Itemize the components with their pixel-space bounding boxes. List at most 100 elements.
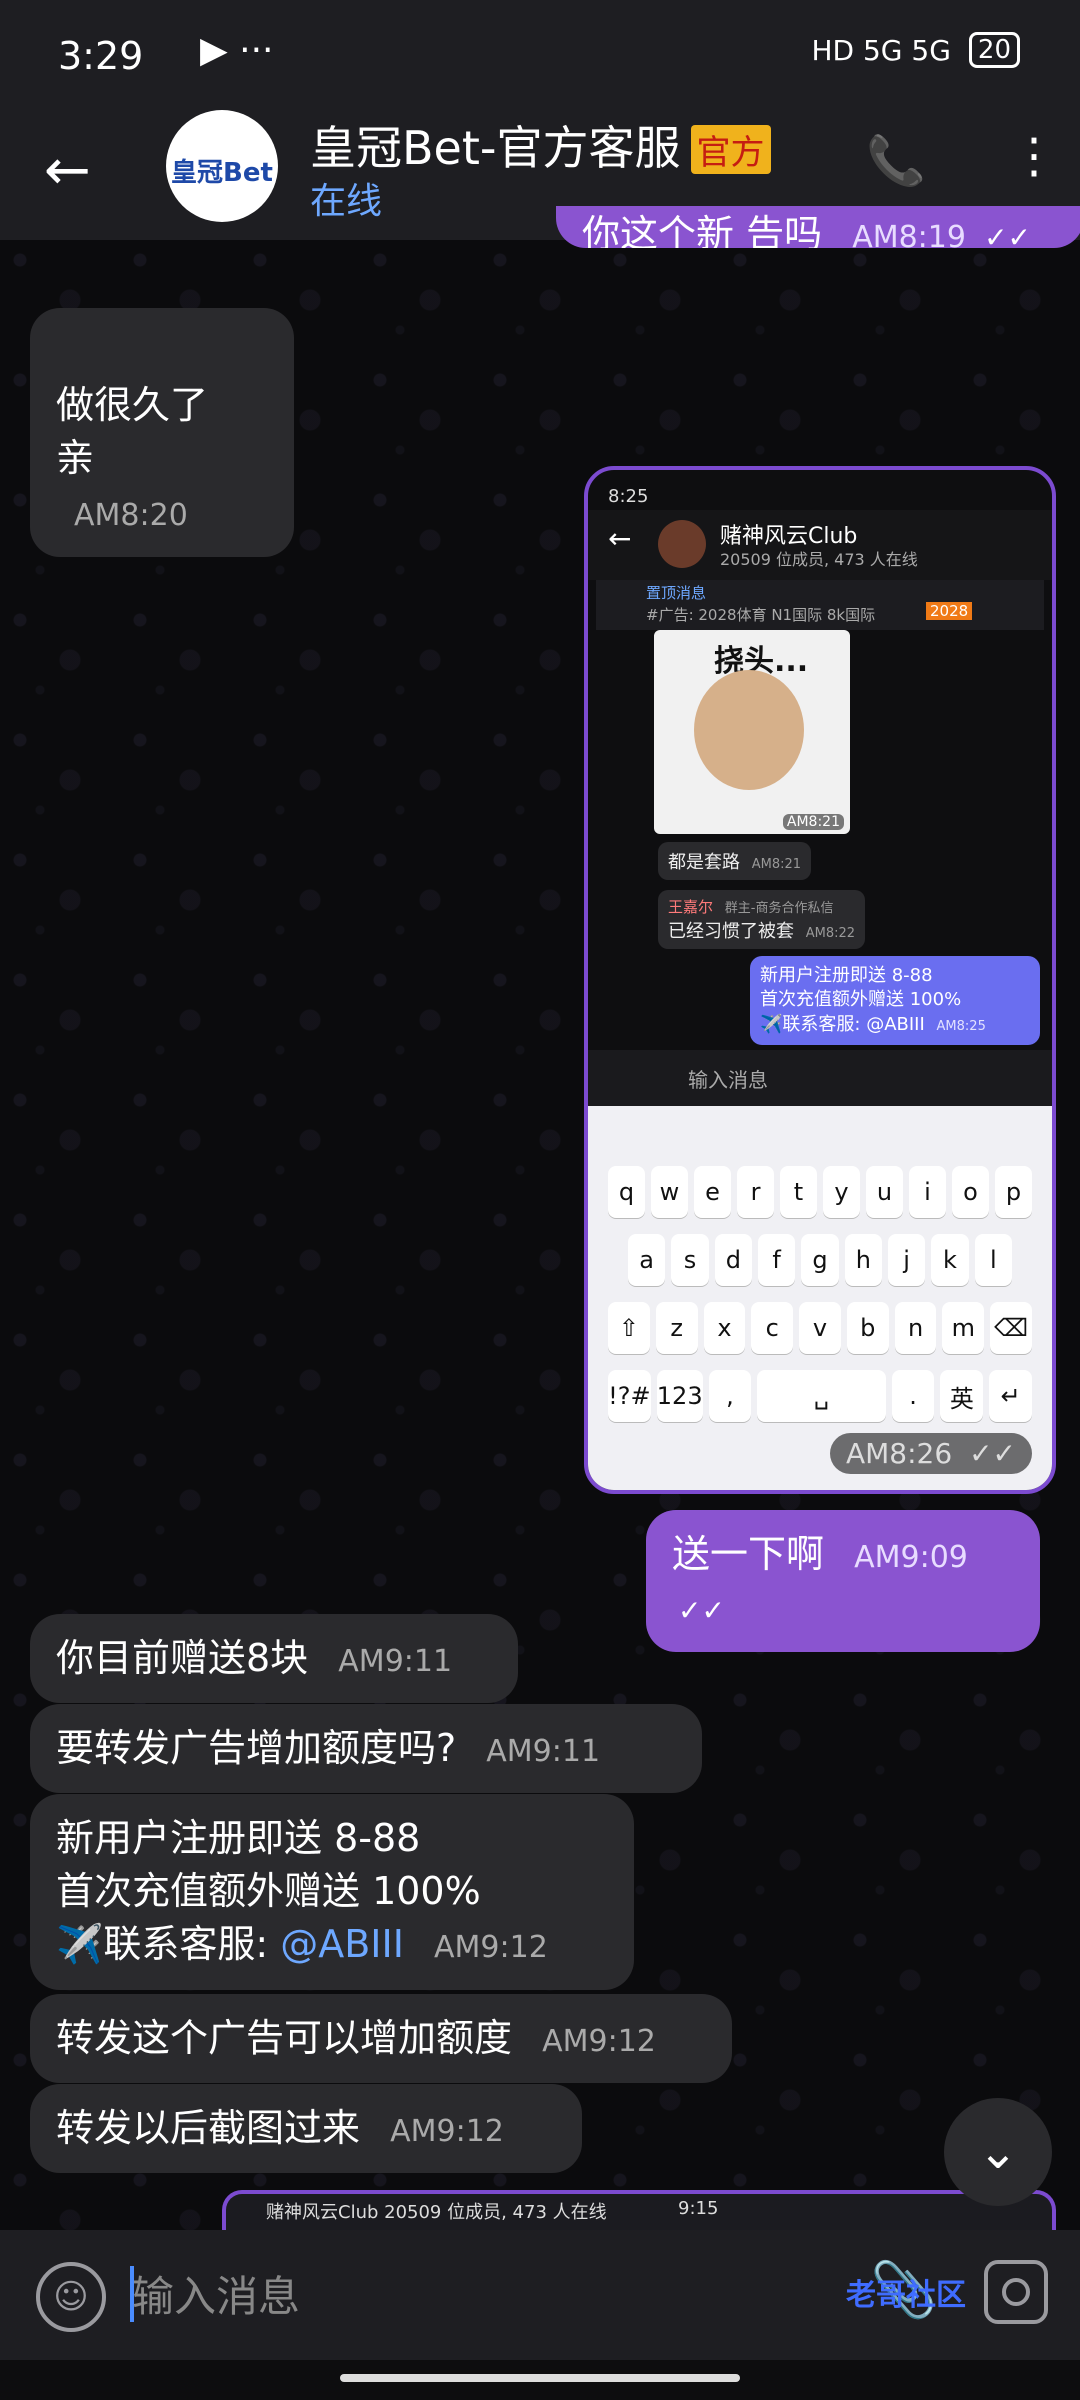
message-line: 新用户注册即送 8-88	[56, 1816, 421, 1860]
message-time: AM9:12	[434, 1930, 548, 1966]
message-text: 你目前赠送8块	[56, 1636, 309, 1680]
mini-message-text: 已经习惯了被套	[668, 921, 794, 942]
message-bubble[interactable]: 转发以后截图过来 AM9:12	[30, 2084, 582, 2174]
double-check-icon: ✓✓	[678, 1594, 725, 1628]
strip-right-text: 9:15	[678, 2198, 719, 2219]
signal-icon: HD 5G 5G	[811, 33, 951, 67]
image-preview-strip[interactable]: 赌神风云Club 20509 位成员, 473 人在线 9:15	[222, 2190, 1056, 2234]
watermark-logo: 老哥社区	[846, 2278, 966, 2313]
online-status: 在线	[310, 181, 383, 222]
phone-icon[interactable]: 📞	[866, 132, 926, 189]
key: r	[737, 1166, 774, 1218]
mini-group-sub: 20509 位成员, 473 人在线	[720, 550, 918, 569]
emoji-icon[interactable]: ☺	[36, 2262, 106, 2332]
key: a	[628, 1234, 666, 1286]
status-notification-icons: ▶ ···	[200, 30, 274, 71]
chevron-down-icon: ⌄	[977, 2124, 1019, 2180]
battery-icon: 20	[968, 32, 1020, 68]
key: !?#	[608, 1370, 651, 1422]
message-bubble[interactable]: 你这个新 告吗 AM8:19 ✓✓	[556, 206, 1080, 248]
key: k	[931, 1234, 969, 1286]
scroll-down-button[interactable]: ⌄	[944, 2098, 1052, 2206]
keyboard-row-2: a s d f g h j k l	[628, 1234, 1012, 1286]
mini-input-bar: 输入消息	[588, 1050, 1052, 1106]
key: o	[952, 1166, 989, 1218]
message-bubble[interactable]: 做很久了 亲 AM8:20	[30, 308, 294, 557]
mini-outgoing-message: 新用户注册即送 8-88 首次充值额外赠送 100% ✈️联系客服: @ABII…	[750, 956, 1040, 1045]
mini-sender-name: 王嘉尔	[668, 898, 714, 916]
mini-message-time: AM8:21	[751, 857, 802, 872]
key: f	[757, 1234, 796, 1286]
avatar-label: 皇冠Bet	[171, 158, 273, 188]
key: z	[655, 1302, 698, 1354]
avatar[interactable]: 皇冠Bet	[166, 110, 278, 222]
message-bubble[interactable]: 送一下啊 AM9:09 ✓✓	[646, 1510, 1040, 1653]
key: m	[942, 1302, 985, 1354]
key: b	[846, 1302, 889, 1354]
official-badge: 官方	[690, 125, 771, 174]
message-bubble[interactable]: 转发这个广告可以增加额度 AM9:12	[30, 1994, 732, 2084]
mini-back-arrow-icon: ←	[608, 522, 632, 555]
camera-icon[interactable]	[984, 2260, 1048, 2324]
message-bubble[interactable]: 你目前赠送8块 AM9:11	[30, 1614, 518, 1704]
mini-out-line: ✈️联系客服: @ABIII	[760, 1013, 925, 1035]
keyboard-row-4: !?# 123 , ␣ . 英 ↵	[608, 1370, 1033, 1422]
message-text: 转发以后截图过来	[56, 2106, 361, 2150]
message-input[interactable]	[130, 2268, 734, 2324]
status-indicators: HD 5G 5G 20	[811, 32, 1020, 68]
message-text: 你这个新 告吗	[582, 212, 823, 248]
message-bubble[interactable]: 新用户注册即送 8-88 首次充值额外赠送 100% ✈️联系客服: @ABII…	[30, 1794, 634, 1990]
message-line: ✈️联系客服:	[56, 1922, 269, 1967]
key: d	[714, 1234, 752, 1286]
key: ␣	[757, 1370, 886, 1422]
message-bubble[interactable]: 要转发广告增加额度吗? AM9:11	[30, 1704, 702, 1794]
key: n	[894, 1302, 937, 1354]
mini-message: 王嘉尔 群主-商务合作私信 已经习惯了被套 AM8:22	[658, 890, 866, 949]
key: ⇧	[608, 1302, 650, 1354]
mini-pinned-bar: 置顶消息 #广告: 2028体育 N1国际 8k国际 2028	[596, 580, 1044, 630]
key: g	[801, 1234, 839, 1286]
mini-pinned-title: 置顶消息	[646, 584, 707, 602]
message-time: AM8:20	[74, 497, 188, 533]
mini-out-line: 新用户注册即送 8-88	[760, 965, 933, 986]
double-check-icon: ✓✓	[969, 1437, 1016, 1470]
message-time: AM9:09	[854, 1540, 968, 1575]
key: h	[844, 1234, 882, 1286]
mini-message-text: 都是套路	[668, 852, 740, 873]
key: t	[780, 1166, 817, 1218]
mini-message: 都是套路 AM8:21	[658, 842, 812, 880]
mini-out-time: AM8:25	[936, 1018, 986, 1034]
message-time: AM9:11	[338, 1644, 453, 1679]
key: 英	[940, 1370, 984, 1422]
message-text: 要转发广告增加额度吗?	[56, 1726, 457, 1770]
message-time: AM9:12	[390, 2114, 504, 2149]
key: p	[995, 1166, 1032, 1218]
message-time: AM9:11	[486, 1734, 601, 1769]
key: u	[866, 1166, 903, 1218]
mini-chat-header: ← 赌神风云Club 20509 位成员, 473 人在线	[588, 510, 1052, 580]
back-arrow-icon[interactable]: ←	[44, 138, 91, 203]
key: c	[751, 1302, 794, 1354]
contact-link[interactable]: @ABIII	[280, 1922, 404, 1966]
mini-avatar	[658, 520, 706, 568]
chat-title[interactable]: 皇冠Bet-官方客服 官方	[310, 112, 771, 178]
strip-left-text: 赌神风云Club 20509 位成员, 473 人在线	[266, 2202, 607, 2223]
meme-image: 挠头... AM8:21	[654, 630, 850, 834]
keyboard-row-3: ⇧ z x c v b n m ⌫	[608, 1302, 1033, 1354]
mini-out-line: 首次充值额外赠送 100%	[760, 989, 962, 1011]
message-time: AM9:12	[542, 2024, 656, 2059]
key: y	[823, 1166, 860, 1218]
more-vertical-icon[interactable]: ⋮	[1010, 128, 1058, 184]
screenshot-image[interactable]: 8:25 ← 赌神风云Club 20509 位成员, 473 人在线 置顶消息 …	[584, 466, 1056, 1494]
keyboard-row-1: q w e r t y u i o p	[608, 1166, 1032, 1218]
chat-title-text: 皇冠Bet-官方客服	[310, 121, 681, 175]
key: q	[608, 1166, 645, 1218]
double-check-icon: ✓✓	[984, 221, 1031, 248]
key: e	[694, 1166, 731, 1218]
message-text: 做很久了 亲	[56, 383, 209, 481]
key: ,	[708, 1370, 752, 1422]
message-text: 送一下啊	[672, 1532, 825, 1576]
meme-time: AM8:21	[782, 814, 844, 830]
key: i	[909, 1166, 946, 1218]
key: x	[703, 1302, 746, 1354]
